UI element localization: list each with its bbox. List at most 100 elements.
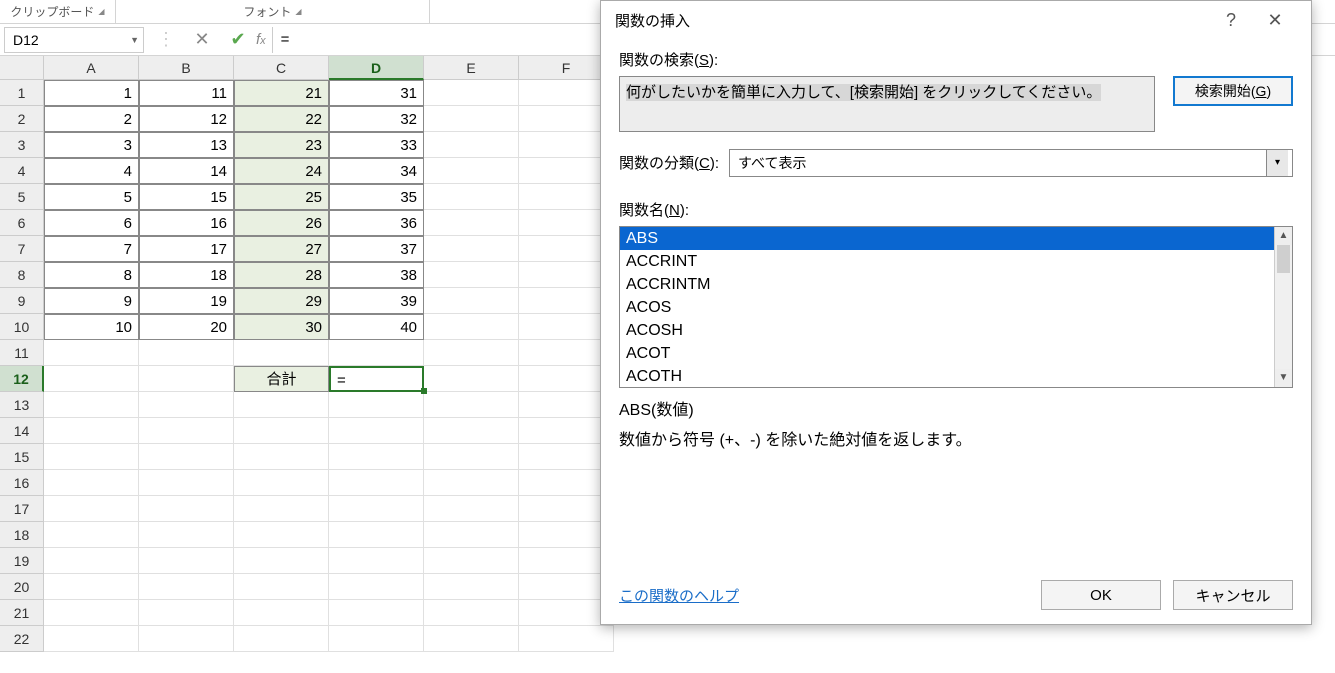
function-item[interactable]: ABS <box>620 227 1292 250</box>
cell[interactable]: 36 <box>329 210 424 236</box>
cell[interactable] <box>234 392 329 418</box>
function-list[interactable]: ABS ACCRINT ACCRINTM ACOS ACOSH ACOT ACO… <box>619 226 1293 388</box>
cell[interactable] <box>44 470 139 496</box>
cell[interactable]: 19 <box>139 288 234 314</box>
row-header[interactable]: 19 <box>0 548 44 574</box>
cell[interactable]: 29 <box>234 288 329 314</box>
col-header-C[interactable]: C <box>234 56 329 80</box>
cell[interactable] <box>424 626 519 652</box>
row-header[interactable]: 4 <box>0 158 44 184</box>
cell[interactable] <box>424 470 519 496</box>
col-header-A[interactable]: A <box>44 56 139 80</box>
cell[interactable] <box>44 600 139 626</box>
cell[interactable]: 21 <box>234 80 329 106</box>
scroll-up-icon[interactable]: ▲ <box>1275 227 1292 245</box>
cell[interactable] <box>424 444 519 470</box>
search-input[interactable]: 何がしたいかを簡単に入力して、[検索開始] をクリックしてください。 <box>619 76 1155 132</box>
name-box[interactable]: D12 ▼ <box>4 27 144 53</box>
chevron-down-icon[interactable]: ▼ <box>130 35 139 45</box>
ribbon-group-font[interactable]: フォント ◢ <box>116 0 430 23</box>
cell[interactable] <box>234 470 329 496</box>
cell[interactable] <box>44 574 139 600</box>
cell[interactable] <box>44 392 139 418</box>
cell[interactable]: 10 <box>44 314 139 340</box>
cell[interactable] <box>424 366 519 392</box>
cell[interactable] <box>424 158 519 184</box>
cell[interactable] <box>139 444 234 470</box>
row-header[interactable]: 18 <box>0 522 44 548</box>
cell[interactable]: 17 <box>139 236 234 262</box>
cell[interactable] <box>424 340 519 366</box>
cell[interactable] <box>139 548 234 574</box>
cell[interactable] <box>139 496 234 522</box>
cell-grid[interactable]: 1112131 2122232 3132333 4142434 5152535 … <box>44 80 614 652</box>
cell[interactable] <box>329 392 424 418</box>
cell[interactable]: 9 <box>44 288 139 314</box>
cell[interactable]: 38 <box>329 262 424 288</box>
cell[interactable]: 37 <box>329 236 424 262</box>
cell[interactable] <box>329 496 424 522</box>
cell[interactable]: 4 <box>44 158 139 184</box>
cell[interactable]: 16 <box>139 210 234 236</box>
cell[interactable] <box>424 548 519 574</box>
cell[interactable] <box>44 444 139 470</box>
cell[interactable] <box>234 548 329 574</box>
cell[interactable]: 6 <box>44 210 139 236</box>
cell[interactable]: 40 <box>329 314 424 340</box>
chevron-down-icon[interactable]: ▾ <box>1266 150 1288 176</box>
cell[interactable] <box>234 574 329 600</box>
function-item[interactable]: ACCRINT <box>620 250 1292 273</box>
row-header[interactable]: 14 <box>0 418 44 444</box>
cell[interactable]: 22 <box>234 106 329 132</box>
cell[interactable]: 5 <box>44 184 139 210</box>
row-header[interactable]: 8 <box>0 262 44 288</box>
cell[interactable]: 合計 <box>234 366 329 392</box>
select-all-corner[interactable] <box>0 56 44 80</box>
cancel-button[interactable]: キャンセル <box>1173 580 1293 610</box>
close-button[interactable]: ✕ <box>1253 10 1297 31</box>
cell[interactable] <box>234 522 329 548</box>
cell[interactable] <box>424 392 519 418</box>
col-header-D[interactable]: D <box>329 56 424 80</box>
cell[interactable] <box>424 314 519 340</box>
row-header[interactable]: 2 <box>0 106 44 132</box>
col-header-B[interactable]: B <box>139 56 234 80</box>
cell[interactable] <box>234 340 329 366</box>
cell[interactable]: 12 <box>139 106 234 132</box>
cell[interactable] <box>329 600 424 626</box>
cell[interactable] <box>139 574 234 600</box>
cell[interactable] <box>139 392 234 418</box>
cell[interactable] <box>329 444 424 470</box>
cell[interactable]: 3 <box>44 132 139 158</box>
row-header[interactable]: 22 <box>0 626 44 652</box>
cell[interactable]: 15 <box>139 184 234 210</box>
cell[interactable]: 8 <box>44 262 139 288</box>
row-header[interactable]: 13 <box>0 392 44 418</box>
cell[interactable] <box>44 340 139 366</box>
active-cell[interactable]: = <box>329 366 424 392</box>
category-select[interactable]: すべて表示 ▾ <box>729 149 1293 177</box>
cell[interactable] <box>44 522 139 548</box>
cell[interactable] <box>44 418 139 444</box>
cancel-formula-button[interactable]: ✕ <box>184 27 220 53</box>
function-item[interactable]: ACOS <box>620 296 1292 319</box>
cell[interactable]: 11 <box>139 80 234 106</box>
cell[interactable] <box>44 626 139 652</box>
cell[interactable]: 1 <box>44 80 139 106</box>
cell[interactable]: 25 <box>234 184 329 210</box>
cell[interactable] <box>234 418 329 444</box>
dialog-launcher-icon[interactable]: ◢ <box>98 7 104 16</box>
scrollbar[interactable]: ▲ ▼ <box>1274 227 1292 387</box>
col-header-E[interactable]: E <box>424 56 519 80</box>
cell[interactable] <box>424 262 519 288</box>
cell[interactable] <box>234 600 329 626</box>
cell[interactable]: 2 <box>44 106 139 132</box>
cell[interactable] <box>329 340 424 366</box>
cell[interactable]: 30 <box>234 314 329 340</box>
cell[interactable]: 32 <box>329 106 424 132</box>
cell[interactable]: 26 <box>234 210 329 236</box>
cell[interactable]: 7 <box>44 236 139 262</box>
row-header[interactable]: 15 <box>0 444 44 470</box>
cell[interactable] <box>424 600 519 626</box>
cell[interactable] <box>44 548 139 574</box>
